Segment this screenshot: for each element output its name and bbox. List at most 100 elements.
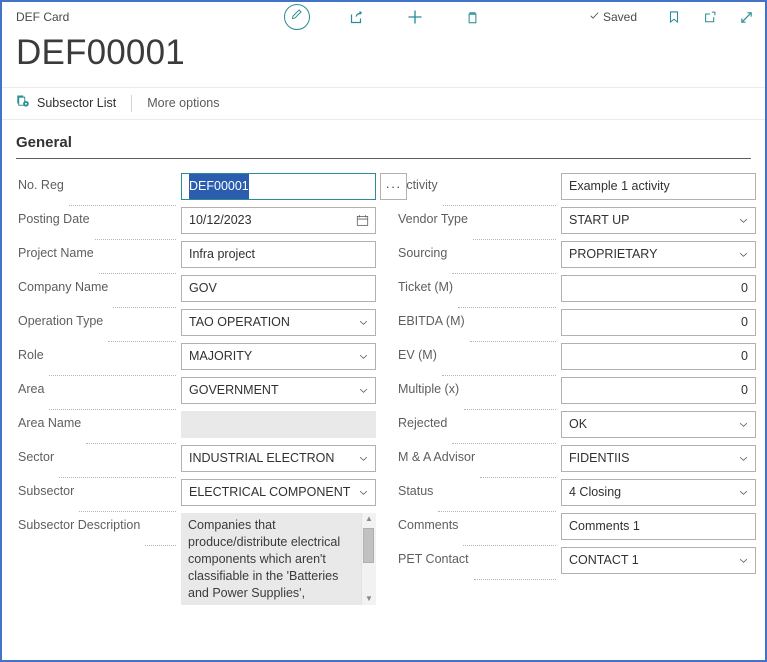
field-label-subsector: Subsector bbox=[18, 483, 75, 498]
plus-icon bbox=[406, 8, 424, 26]
field-control-pet-contact: CONTACT 1 bbox=[561, 546, 756, 574]
role-input[interactable]: MAJORITY bbox=[181, 342, 376, 370]
status-input[interactable]: 4 Closing bbox=[561, 478, 756, 506]
subsector-description-textarea[interactable]: Companies that produce/distribute electr… bbox=[181, 512, 376, 605]
operation-type-input[interactable]: TAO OPERATION bbox=[181, 308, 376, 336]
field-label-rejected: Rejected bbox=[398, 415, 448, 430]
chevron-down-icon[interactable] bbox=[358, 309, 369, 336]
no-reg-assist-edit-button[interactable]: ··· bbox=[380, 172, 407, 200]
chevron-down-icon[interactable] bbox=[738, 207, 749, 234]
field-control-role: MAJORITY bbox=[181, 342, 376, 370]
sourcing-input[interactable]: PROPRIETARY bbox=[561, 240, 756, 268]
chevron-down-icon[interactable] bbox=[358, 445, 369, 472]
sector-input-value: INDUSTRIAL ELECTRON bbox=[189, 450, 335, 465]
chevron-down-icon[interactable] bbox=[738, 445, 749, 472]
field-control-multiple-x: 0 bbox=[561, 376, 756, 404]
field-label-company-name: Company Name bbox=[18, 279, 109, 294]
scroll-up-arrow-icon[interactable]: ▲ bbox=[365, 514, 373, 523]
pet-contact-input[interactable]: CONTACT 1 bbox=[561, 546, 756, 574]
field-control-operation-type: TAO OPERATION bbox=[181, 308, 376, 336]
bookmark-icon bbox=[667, 10, 681, 24]
chevron-down-icon[interactable] bbox=[738, 241, 749, 268]
general-heading: General bbox=[16, 133, 72, 151]
area-input[interactable]: GOVERNMENT bbox=[181, 376, 376, 404]
project-name-input[interactable]: Infra project bbox=[181, 240, 376, 268]
field-leader-dots bbox=[480, 458, 556, 478]
posting-date-input[interactable]: 10/12/2023 bbox=[181, 206, 376, 234]
field-control-subsector-description: Companies that produce/distribute electr… bbox=[181, 512, 376, 605]
chevron-down-icon[interactable] bbox=[738, 411, 749, 438]
field-label-subsector-description: Subsector Description bbox=[18, 517, 141, 532]
multiple-x-input[interactable]: 0 bbox=[561, 376, 756, 404]
no-reg-input[interactable]: DEF00001 bbox=[181, 172, 376, 200]
ev-m-input[interactable]: 0 bbox=[561, 342, 756, 370]
comments-input[interactable]: Comments 1 bbox=[561, 512, 756, 540]
saved-label: Saved bbox=[602, 10, 637, 24]
field-leader-dots bbox=[79, 492, 176, 512]
section-divider bbox=[16, 157, 751, 159]
multiple-x-input-value: 0 bbox=[741, 382, 748, 397]
field-leader-dots bbox=[86, 424, 176, 444]
saved-status-indicator: Saved bbox=[589, 10, 637, 24]
edit-action[interactable] bbox=[283, 4, 310, 30]
field-label-sourcing: Sourcing bbox=[398, 245, 448, 260]
right-field-column: Activity Example 1 activity Vendor Type STA… bbox=[398, 172, 756, 605]
vendor-type-input[interactable]: START UP bbox=[561, 206, 756, 234]
field-leader-dots bbox=[68, 186, 176, 206]
new-action[interactable] bbox=[404, 6, 426, 28]
subsector-input[interactable]: ELECTRICAL COMPONENT bbox=[181, 478, 376, 506]
activity-input-value: Example 1 activity bbox=[569, 178, 670, 193]
field-label-operation-type: Operation Type bbox=[18, 313, 104, 328]
ticket-m-input[interactable]: 0 bbox=[561, 274, 756, 302]
subsector-description-scrollbar-thumb[interactable] bbox=[363, 527, 374, 563]
chevron-down-icon[interactable] bbox=[738, 479, 749, 506]
chevron-down-icon[interactable] bbox=[358, 343, 369, 370]
chevron-down-icon[interactable] bbox=[358, 479, 369, 506]
field-multiple-x: Multiple (x) 0 bbox=[398, 376, 756, 411]
role-input-value: MAJORITY bbox=[189, 348, 253, 363]
field-ev-m: EV (M) 0 bbox=[398, 342, 756, 377]
activity-input[interactable]: Example 1 activity bbox=[561, 172, 756, 200]
field-vendor-type: Vendor Type START UP bbox=[398, 206, 756, 241]
more-options-button[interactable]: More options bbox=[147, 96, 219, 110]
share-action[interactable] bbox=[346, 6, 368, 28]
share-icon bbox=[349, 9, 365, 25]
open-in-new-window-button[interactable] bbox=[699, 6, 721, 28]
check-icon bbox=[589, 10, 600, 24]
m-a-advisor-input[interactable]: FIDENTIIS bbox=[561, 444, 756, 472]
sector-input[interactable]: INDUSTRIAL ELECTRON bbox=[181, 444, 376, 472]
chevron-down-icon[interactable] bbox=[358, 377, 369, 404]
general-section: General No. Reg DEF00001 ··· Posting Date 10… bbox=[2, 120, 765, 605]
field-control-sourcing: PROPRIETARY bbox=[561, 240, 756, 268]
field-ebitda-m: EBITDA (M) 0 bbox=[398, 308, 756, 343]
calendar-icon[interactable] bbox=[356, 207, 369, 234]
business-central-card-window: DEF Card Saved DEF00001 Subsector List M… bbox=[0, 0, 767, 662]
field-leader-dots bbox=[473, 560, 556, 580]
rejected-input[interactable]: OK bbox=[561, 410, 756, 438]
field-control-ebitda-m: 0 bbox=[561, 308, 756, 336]
subsector-list-button[interactable]: Subsector List bbox=[16, 94, 116, 112]
field-label-comments: Comments bbox=[398, 517, 459, 532]
field-control-ev-m: 0 bbox=[561, 342, 756, 370]
scroll-down-arrow-icon[interactable]: ▼ bbox=[365, 594, 373, 603]
field-comments: Comments Comments 1 bbox=[398, 512, 756, 547]
field-m-a-advisor: M & A Advisor FIDENTIIS bbox=[398, 444, 756, 479]
field-label-posting-date: Posting Date bbox=[18, 211, 90, 226]
bookmark-button[interactable] bbox=[663, 6, 685, 28]
delete-action[interactable] bbox=[462, 6, 484, 28]
right-action-group: Saved bbox=[589, 6, 757, 28]
field-leader-dots bbox=[108, 322, 176, 342]
field-label-area: Area bbox=[18, 381, 45, 396]
field-leader-dots bbox=[472, 220, 556, 240]
chevron-down-icon[interactable] bbox=[738, 547, 749, 574]
field-activity: Activity Example 1 activity bbox=[398, 172, 756, 207]
field-control-area: GOVERNMENT bbox=[181, 376, 376, 404]
company-name-input[interactable]: GOV bbox=[181, 274, 376, 302]
ebitda-m-input[interactable]: 0 bbox=[561, 308, 756, 336]
page-caption: DEF Card bbox=[16, 10, 70, 24]
field-area: Area GOVERNMENT bbox=[18, 376, 376, 411]
field-sourcing: Sourcing PROPRIETARY bbox=[398, 240, 756, 275]
field-control-rejected: OK bbox=[561, 410, 756, 438]
field-label-ebitda-m: EBITDA (M) bbox=[398, 313, 465, 328]
expand-button[interactable] bbox=[735, 6, 757, 28]
